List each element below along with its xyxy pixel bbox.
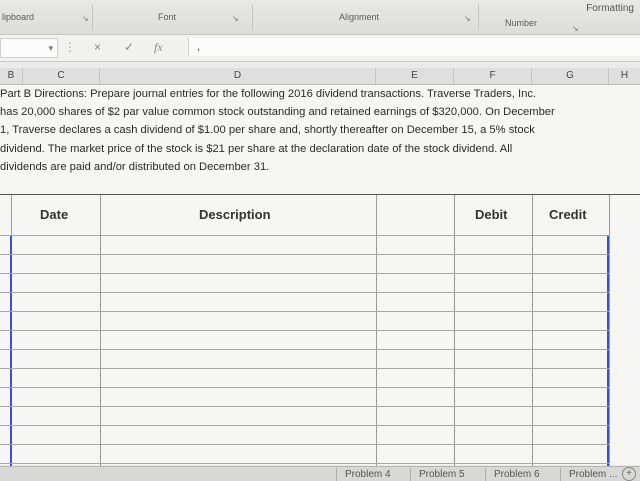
grip-icon: ⋮ bbox=[64, 40, 76, 54]
column-header-e[interactable]: E bbox=[376, 68, 454, 84]
date-header: Date bbox=[40, 207, 69, 222]
ribbon: lipboard ↘ Font ↘ Alignment ↘ Number ↘ F… bbox=[0, 0, 640, 35]
journal-header-row: Date Description Debit Credit bbox=[0, 195, 640, 235]
row-line bbox=[0, 425, 610, 426]
ribbon-separator bbox=[92, 4, 93, 30]
font-launcher-icon[interactable]: ↘ bbox=[232, 14, 239, 23]
tab-problem-6[interactable]: Problem 6 bbox=[485, 468, 548, 481]
column-header-h[interactable]: H bbox=[609, 68, 640, 84]
conditional-formatting-button[interactable]: Formatting bbox=[586, 3, 634, 14]
name-box[interactable]: ▾ bbox=[0, 38, 58, 58]
chevron-down-icon[interactable]: ▾ bbox=[48, 43, 57, 53]
description-header: Description bbox=[199, 207, 271, 222]
directions-line: has 20,000 shares of $2 par value common… bbox=[0, 106, 555, 119]
ribbon-group-clipboard: lipboard bbox=[2, 12, 35, 22]
directions-line: Part B Directions: Prepare journal entri… bbox=[0, 88, 537, 100]
row-line bbox=[0, 292, 610, 293]
selection-border bbox=[10, 235, 12, 466]
credit-header: Credit bbox=[549, 207, 587, 222]
column-header-c[interactable]: C bbox=[23, 68, 100, 84]
directions-text[interactable]: Part B Directions: Prepare journal entri… bbox=[0, 85, 640, 176]
row-line bbox=[0, 330, 610, 331]
row-line bbox=[0, 273, 610, 274]
row-line bbox=[0, 254, 610, 255]
ribbon-group-font: Font bbox=[158, 12, 177, 22]
column-header-d[interactable]: D bbox=[100, 68, 376, 84]
clipboard-launcher-icon[interactable]: ↘ bbox=[82, 14, 89, 23]
row-line bbox=[0, 368, 610, 369]
column-header-b[interactable]: B bbox=[0, 68, 23, 84]
enter-icon[interactable]: ✓ bbox=[124, 40, 134, 54]
formula-bar: ▾ ⋮ × ✓ fx , bbox=[0, 35, 640, 62]
directions-line: 1, Traverse declares a cash dividend of … bbox=[0, 124, 535, 137]
column-header-f[interactable]: F bbox=[454, 68, 532, 84]
tab-problem-more[interactable]: Problem ... bbox=[560, 468, 625, 481]
sheet-tabs: Problem 4 Problem 5 Problem 6 Problem ..… bbox=[0, 466, 640, 481]
formula-input[interactable]: , bbox=[188, 38, 640, 56]
selection-border bbox=[607, 235, 609, 466]
journal-table[interactable]: Date Description Debit Credit bbox=[0, 194, 640, 466]
row-line bbox=[0, 444, 610, 445]
add-sheet-icon[interactable]: + bbox=[622, 467, 636, 481]
alignment-launcher-icon[interactable]: ↘ bbox=[464, 14, 471, 23]
column-header-g[interactable]: G bbox=[532, 68, 609, 84]
column-headers: B C D E F G H bbox=[0, 68, 640, 85]
cancel-icon[interactable]: × bbox=[94, 40, 101, 54]
insert-function-icon[interactable]: fx bbox=[154, 40, 163, 55]
tab-problem-5[interactable]: Problem 5 bbox=[410, 468, 473, 481]
ribbon-separator bbox=[478, 4, 479, 30]
row-line bbox=[0, 235, 610, 236]
row-line bbox=[0, 406, 610, 407]
row-line bbox=[0, 463, 610, 464]
tab-problem-4[interactable]: Problem 4 bbox=[336, 468, 399, 481]
number-launcher-icon[interactable]: ↘ bbox=[572, 24, 579, 33]
debit-header: Debit bbox=[475, 207, 508, 222]
row-line bbox=[0, 311, 610, 312]
row-line bbox=[0, 387, 610, 388]
worksheet[interactable]: Part B Directions: Prepare journal entri… bbox=[0, 85, 640, 466]
directions-line: dividend. The market price of the stock … bbox=[0, 142, 513, 155]
ribbon-group-number: Number bbox=[505, 18, 538, 28]
ribbon-group-alignment: Alignment bbox=[339, 12, 380, 22]
directions-line: dividends are paid and/or distributed on… bbox=[0, 160, 270, 173]
row-line bbox=[0, 349, 610, 350]
ribbon-separator bbox=[252, 4, 253, 30]
